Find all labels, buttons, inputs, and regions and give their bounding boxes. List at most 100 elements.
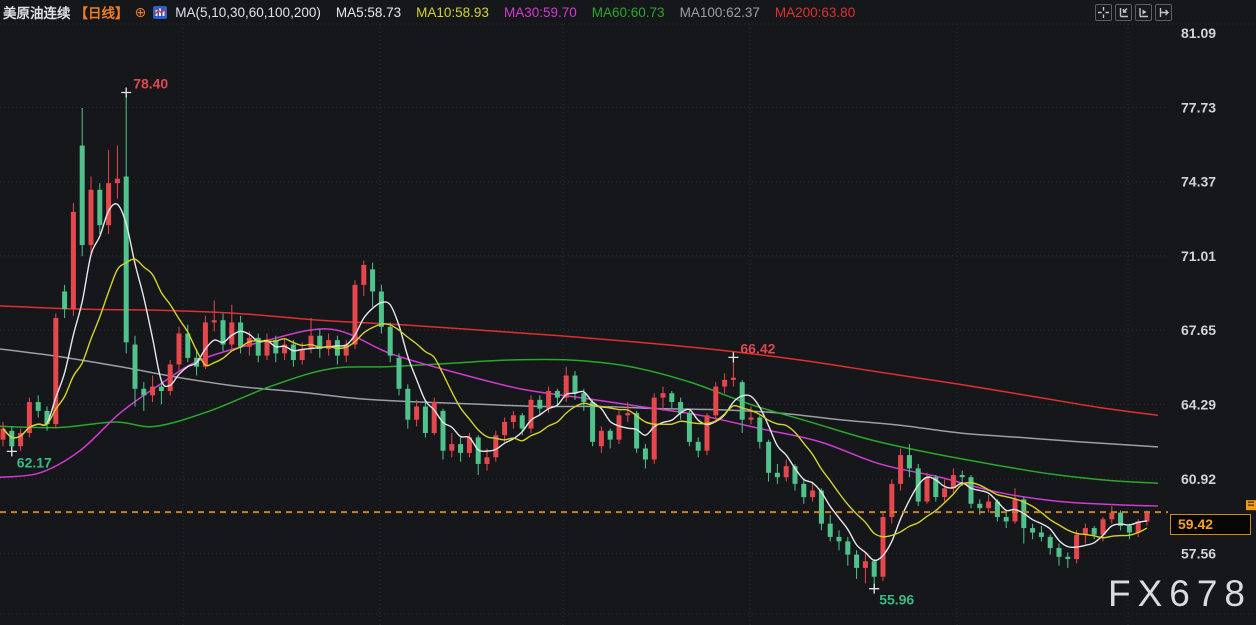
- candle-body: [669, 393, 674, 402]
- extreme-label: 78.40: [133, 75, 168, 91]
- candle-body: [599, 431, 604, 446]
- candle-body: [370, 269, 375, 291]
- candle-body: [969, 477, 974, 504]
- ma100-value: MA100:62.37: [680, 5, 760, 20]
- candle-body: [687, 413, 692, 442]
- candle-body: [177, 333, 182, 364]
- y-axis-label: 77.73: [1181, 99, 1216, 115]
- candle-body: [124, 177, 129, 343]
- y-axis-label: 81.09: [1181, 25, 1216, 41]
- candle-body: [423, 406, 428, 433]
- candle-body: [757, 418, 762, 442]
- candle-body: [115, 179, 120, 183]
- symbol-name: 美原油连续: [3, 2, 71, 22]
- candle-body: [537, 400, 542, 409]
- chart-header: 美原油连续 【日线】 ⊕ MA(5,10,30,60,100,200) MA5:…: [0, 0, 1256, 24]
- extreme-marker-62.17: 62.17: [7, 446, 52, 470]
- candle-body: [405, 389, 410, 420]
- ma5-value: MA5:58.73: [336, 5, 401, 20]
- extreme-marker-55.96: 55.96: [869, 584, 914, 608]
- candle-body: [907, 455, 912, 468]
- candle-body: [705, 415, 710, 450]
- candle-body: [36, 402, 41, 411]
- chart-window: 美原油连续 【日线】 ⊕ MA(5,10,30,60,100,200) MA5:…: [0, 0, 1256, 625]
- chart-style-icon[interactable]: [153, 5, 168, 20]
- candle-body: [872, 561, 877, 576]
- candle-body: [925, 477, 930, 501]
- candle-body: [291, 345, 296, 360]
- candle-body: [520, 415, 525, 428]
- candle-body: [1092, 528, 1097, 535]
- y-axis-label: 71.01: [1181, 248, 1216, 264]
- pan-icon[interactable]: [1095, 4, 1112, 21]
- candle-body: [529, 400, 534, 429]
- candle-body: [397, 358, 402, 389]
- candle-body: [942, 488, 947, 497]
- candle-body: [661, 393, 666, 397]
- y-axis-label: 67.65: [1181, 322, 1216, 338]
- ma30-value: MA30:59.70: [504, 5, 577, 20]
- candle-body: [581, 393, 586, 402]
- candle-body: [740, 382, 745, 420]
- candle-body: [625, 413, 630, 415]
- candle-body: [106, 183, 111, 225]
- period-label[interactable]: 【日线】: [75, 2, 129, 22]
- candle-body: [643, 448, 648, 459]
- candle-body: [1057, 548, 1062, 557]
- extreme-label: 66.42: [740, 340, 775, 356]
- candle-body: [141, 389, 146, 396]
- current-price-value: 59.42: [1178, 516, 1213, 532]
- candle-body: [458, 444, 463, 453]
- candle-body: [986, 502, 991, 509]
- extreme-label: 62.17: [17, 454, 52, 470]
- candle-body: [89, 190, 94, 245]
- add-compare-icon[interactable]: ⊕: [135, 5, 147, 19]
- candle-body: [713, 387, 718, 416]
- candle-body: [441, 411, 446, 451]
- candles-group: [1, 92, 1150, 588]
- candle-body: [1127, 526, 1132, 533]
- candle-body: [62, 291, 67, 309]
- candle-body: [361, 265, 366, 285]
- candle-body: [511, 415, 516, 422]
- candle-body: [379, 291, 384, 326]
- ma60-value: MA60:60.73: [592, 5, 665, 20]
- axis-play-icon[interactable]: [1135, 4, 1152, 21]
- candle-body: [573, 376, 578, 394]
- candle-body: [722, 380, 727, 387]
- watermark: FX678: [1108, 573, 1252, 615]
- candle-body: [449, 444, 454, 451]
- candle-body: [502, 422, 507, 435]
- axis-arrow-left-icon[interactable]: [1115, 4, 1132, 21]
- candle-body: [960, 475, 965, 477]
- candle-body: [810, 490, 815, 497]
- ma10-value: MA10:58.93: [416, 5, 489, 20]
- candlestick-chart[interactable]: 78.40 62.17 66.42 55.96 81.09 77.73 74.37 71.01…: [0, 0, 1256, 625]
- candle-body: [97, 190, 102, 225]
- candle-body: [159, 387, 164, 391]
- candle-body: [326, 340, 331, 349]
- candle-body: [608, 431, 613, 440]
- candle-body: [1039, 533, 1044, 537]
- ma-settings-label[interactable]: MA(5,10,30,60,100,200): [175, 5, 321, 20]
- candle-body: [590, 402, 595, 442]
- y-axis-label: 74.37: [1181, 174, 1216, 190]
- candle-body: [80, 146, 85, 246]
- candle-body: [854, 555, 859, 568]
- current-price-tag: 59.42: [1170, 514, 1251, 535]
- candle-body: [414, 406, 419, 419]
- candle-body: [731, 378, 736, 380]
- candle-body: [150, 387, 155, 396]
- candle-body: [1109, 513, 1114, 520]
- candle-body: [432, 402, 437, 433]
- y-axis-label: 64.29: [1181, 396, 1216, 412]
- candle-body: [881, 517, 886, 577]
- axis-arrow-right-icon[interactable]: [1155, 4, 1172, 21]
- candle-body: [977, 504, 982, 508]
- candle-body: [168, 364, 173, 391]
- ma60-line: [0, 359, 1158, 483]
- alert-icon[interactable]: [1246, 500, 1256, 510]
- candle-body: [212, 320, 217, 322]
- extreme-label: 55.96: [879, 592, 914, 608]
- chart-toolbar: [1095, 4, 1172, 21]
